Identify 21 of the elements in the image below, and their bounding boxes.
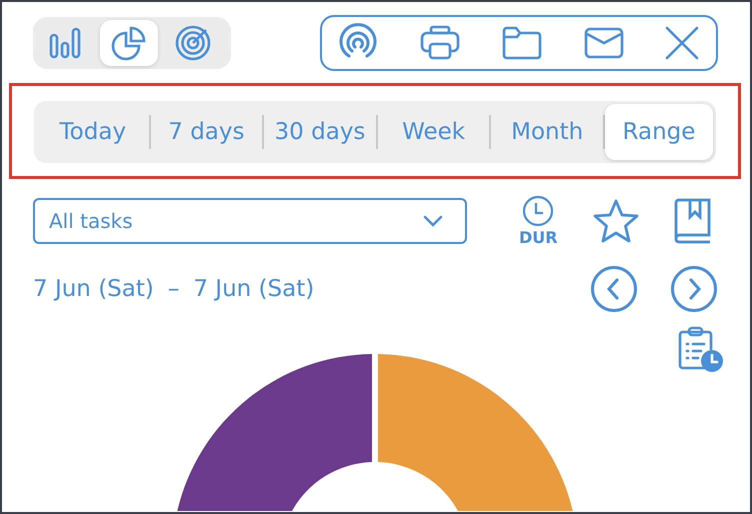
period-tab[interactable]: Week <box>378 104 490 160</box>
end-date: 7 Jun (Sat) <box>193 276 314 302</box>
period-tab[interactable]: Today <box>37 104 149 160</box>
duration-button[interactable]: DUR <box>519 195 558 247</box>
clipboard-clock-icon[interactable] <box>676 325 724 373</box>
target-icon <box>173 23 213 63</box>
period-tab[interactable]: 30 days <box>264 104 376 160</box>
next-button[interactable] <box>670 265 718 313</box>
chevron-down-icon <box>423 215 443 227</box>
task-filter-dropdown[interactable]: All tasks <box>33 198 467 244</box>
mail-button[interactable] <box>582 26 624 60</box>
period-tab[interactable]: Month <box>491 104 603 160</box>
pie-view-button[interactable] <box>100 20 158 66</box>
date-separator: – <box>168 276 180 302</box>
period-tab[interactable]: 7 days <box>150 104 262 160</box>
close-button[interactable] <box>664 25 700 61</box>
folder-button[interactable] <box>501 25 543 61</box>
star-icon[interactable] <box>592 198 640 244</box>
previous-button[interactable] <box>590 265 638 313</box>
start-date: 7 Jun (Sat) <box>33 276 154 302</box>
period-tab[interactable]: Range <box>604 104 713 160</box>
